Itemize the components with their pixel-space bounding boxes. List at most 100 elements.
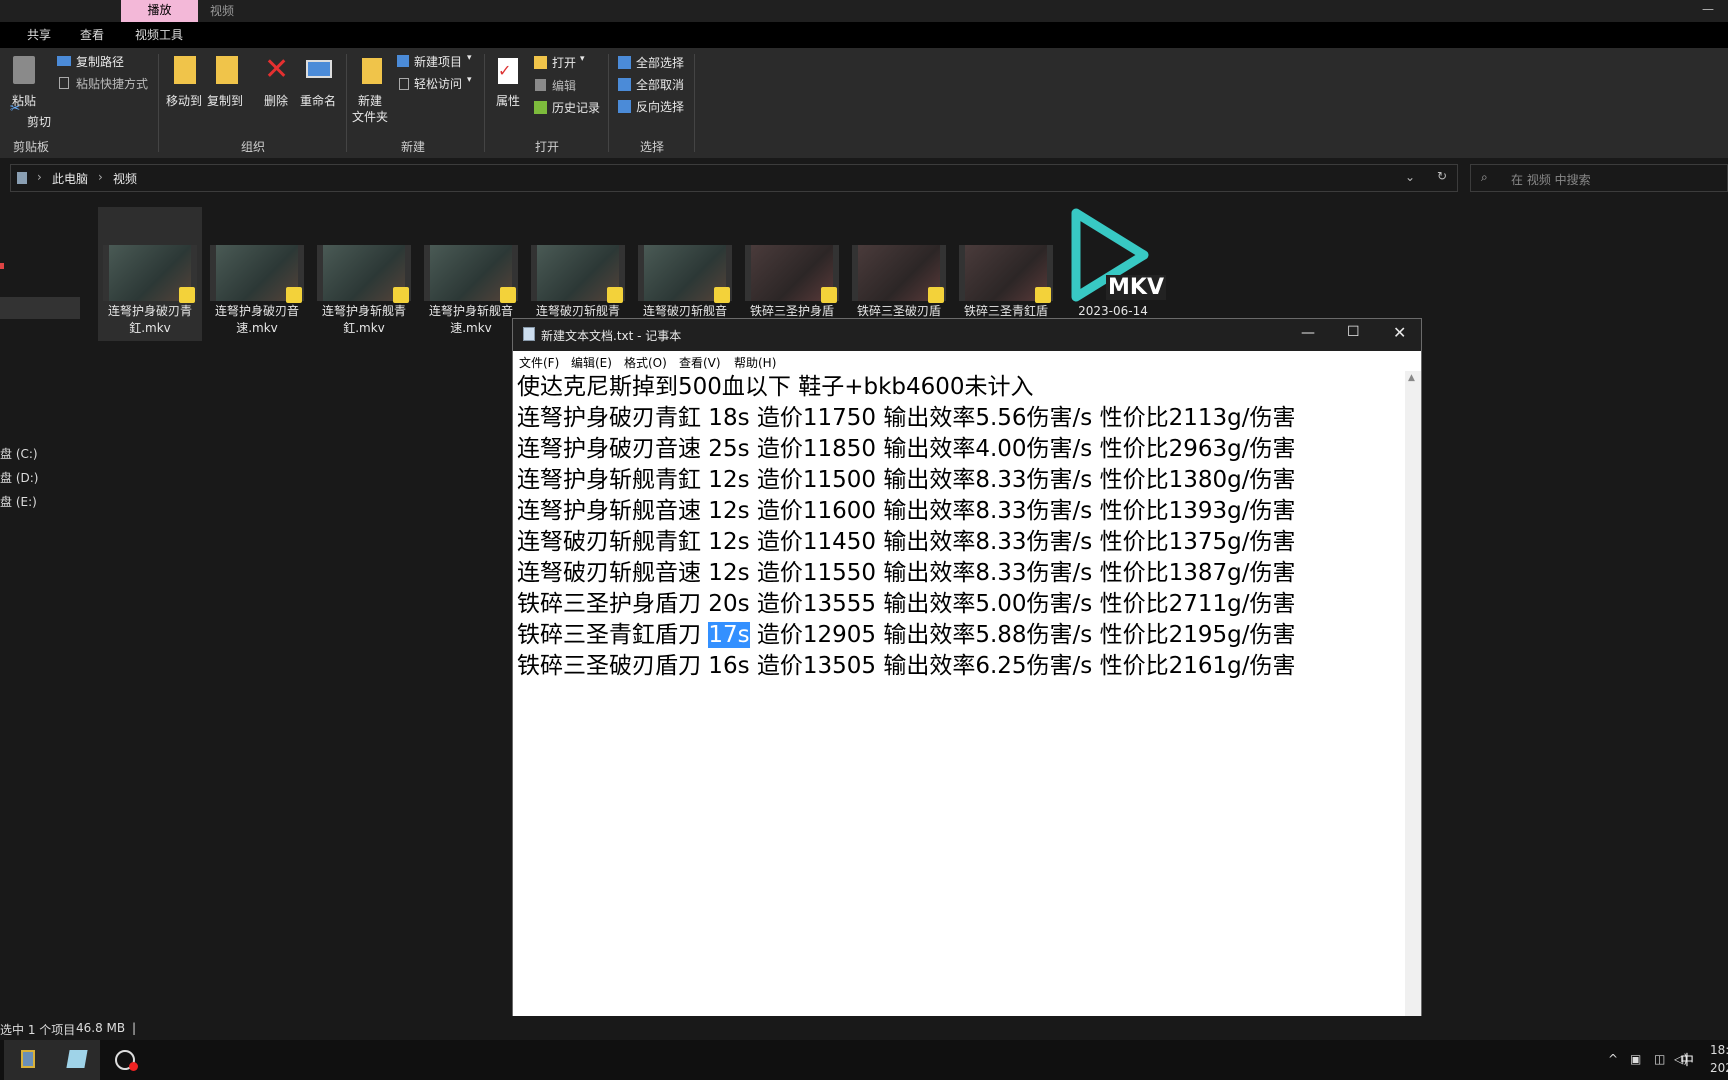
text-line: 连弩破刃斩舰青釭 12s 造价11450 输出效率8.33伤害/s 性价比137… [517,529,1296,555]
new-folder-label-1[interactable]: 新建 [358,92,382,109]
explorer-titlebar [0,0,1728,22]
rename-button[interactable]: 重命名 [300,92,336,109]
text-line: 使达克尼斯掉到500血以下 鞋子+bkb4600未计入 [517,374,1034,400]
delete-button[interactable]: 删除 [264,92,288,109]
breadcrumb-this-pc[interactable]: 此电脑 [52,170,88,187]
search-input[interactable]: 在 视频 中搜索 [1511,171,1591,188]
file-name: 连弩护身破刃音 速.mkv [214,304,299,335]
invert-selection-icon [618,100,631,113]
properties-icon[interactable]: ✓ [498,58,518,84]
tab-video-tools[interactable]: 视频工具 [135,26,183,43]
breadcrumb-videos[interactable]: 视频 [113,170,137,187]
easy-access-button[interactable]: 轻松访问 [414,75,462,92]
scroll-up-icon[interactable]: ▲ [1408,373,1415,383]
video-thumbnail [531,245,625,303]
chevron-down-icon[interactable]: ▾ [467,53,472,63]
nav-selected-item[interactable] [0,297,80,319]
select-all-button[interactable]: 全部选择 [636,54,684,71]
file-item[interactable]: 连弩护身破刃音 速.mkv [205,207,309,341]
ime-indicator[interactable]: 中 [1680,1050,1694,1070]
history-button[interactable]: 历史记录 [552,99,600,116]
menu-help[interactable]: 帮助(H) [734,354,776,371]
new-item-icon [397,55,409,67]
cut-button[interactable]: 剪切 [27,113,51,130]
navigation-pane [0,198,84,1016]
copy-to-button[interactable]: 复制到 [207,92,243,109]
status-size: 46.8 MB [76,1021,126,1035]
maximize-icon[interactable]: ☐ [1347,324,1360,340]
text-segment: 铁碎三圣青釭盾刀 [517,622,709,648]
text-line: 铁碎三圣护身盾刀 20s 造价13555 输出效率5.00伤害/s 性价比271… [517,591,1296,617]
new-folder-icon[interactable] [362,58,382,84]
move-to-icon[interactable] [174,56,196,84]
video-thumbnail [745,245,839,303]
notepad-titlebar[interactable]: 新建文本文档.txt - 记事本 — ☐ ✕ [513,319,1421,351]
taskbar-notepad[interactable] [52,1040,100,1080]
nav-drive-e[interactable]: 盘 (E:) [0,493,37,510]
address-bar[interactable]: › 此电脑 › 视频 ⌄ ↻ [10,164,1458,192]
new-item-button[interactable]: 新建项目 [414,53,462,70]
select-none-icon [618,78,631,91]
chevron-down-icon[interactable]: ⌄ [1405,170,1415,184]
properties-button[interactable]: 属性 [496,92,520,109]
menu-file[interactable]: 文件(F) [519,354,559,371]
notepad-window: 新建文本文档.txt - 记事本 — ☐ ✕ 文件(F) 编辑(E) 格式(O)… [512,318,1422,1041]
menu-edit[interactable]: 编辑(E) [571,354,612,371]
text-line: 连弩护身斩舰青釭 12s 造价11500 输出效率8.33伤害/s 性价比138… [517,467,1296,493]
open-icon [534,56,547,69]
paste-shortcut-icon [59,77,69,89]
tray-time[interactable]: 18: [1710,1043,1728,1057]
nav-drive-d[interactable]: 盘 (D:) [0,469,38,486]
file-item[interactable]: 连弩护身斩舰青 釭.mkv [312,207,416,341]
copy-path-button[interactable]: 复制路径 [76,53,124,70]
notepad-text-area[interactable]: 使达克尼斯掉到500血以下 鞋子+bkb4600未计入 连弩护身破刃青釭 18s… [513,371,1405,1041]
file-item[interactable]: 连弩护身斩舰音 速.mkv [419,207,523,341]
select-none-button[interactable]: 全部取消 [636,76,684,93]
move-to-button[interactable]: 移动到 [166,92,202,109]
chevron-down-icon[interactable]: ▾ [467,75,472,85]
rename-icon[interactable] [306,60,332,78]
search-box[interactable]: ⌕ 在 视频 中搜索 [1470,164,1728,192]
status-bar: 选中 1 个项目 46.8 MB | [0,1016,1728,1040]
copy-path-icon [57,56,71,66]
tab-play[interactable]: 播放 [121,0,198,22]
edit-button[interactable]: 编辑 [552,77,576,94]
ribbon-tab-row: 共享 查看 视频工具 [0,22,1728,48]
paste-icon[interactable] [13,56,35,84]
minimize-icon[interactable]: — [1702,2,1714,16]
taskbar-recorder[interactable] [102,1040,150,1080]
menu-view[interactable]: 查看(V) [679,354,721,371]
copy-to-icon[interactable] [216,56,238,84]
close-icon[interactable]: ✕ [1393,323,1406,342]
refresh-icon[interactable]: ↻ [1437,169,1447,183]
chevron-down-icon[interactable]: ▾ [580,54,585,64]
nav-drive-c[interactable]: 盘 (C:) [0,445,38,462]
new-folder-label-2[interactable]: 文件夹 [352,108,388,125]
player-badge-icon [179,287,195,303]
invert-selection-button[interactable]: 反向选择 [636,98,684,115]
file-item[interactable]: 铁碎三圣破刃盾 [847,207,951,319]
file-item[interactable]: 连弩护身破刃青 釭.mkv [98,207,202,341]
tab-share[interactable]: 共享 [27,26,51,43]
file-item-mkv[interactable]: MKV 2023-06-14 [1061,207,1166,319]
paste-shortcut-button[interactable]: 粘贴快捷方式 [76,75,148,92]
file-item[interactable]: 铁碎三圣青釭盾 [954,207,1058,319]
tray-date[interactable]: 202 [1710,1061,1728,1075]
network-icon[interactable]: ◫ [1654,1052,1665,1066]
minimize-icon[interactable]: — [1301,325,1315,341]
open-button[interactable]: 打开 [552,54,576,71]
explorer-icon [21,1050,35,1068]
delete-icon[interactable]: ✕ [264,52,289,87]
tray-chevron-up-icon[interactable]: ^ [1608,1052,1618,1066]
tray-app-icon[interactable]: ▣ [1630,1052,1641,1066]
file-item[interactable]: 连弩破刃斩舰青 [526,207,630,319]
file-item[interactable]: 铁碎三圣护身盾 [740,207,844,319]
new-group-label: 新建 [400,140,425,154]
menu-format[interactable]: 格式(O) [624,354,667,371]
taskbar-explorer[interactable] [4,1040,52,1080]
chevron-right-icon: › [37,170,42,184]
search-icon: ⌕ [1481,170,1488,184]
vertical-scrollbar[interactable]: ▲ [1405,371,1421,1041]
tab-view[interactable]: 查看 [80,26,104,43]
file-item[interactable]: 连弩破刃斩舰音 [633,207,737,319]
